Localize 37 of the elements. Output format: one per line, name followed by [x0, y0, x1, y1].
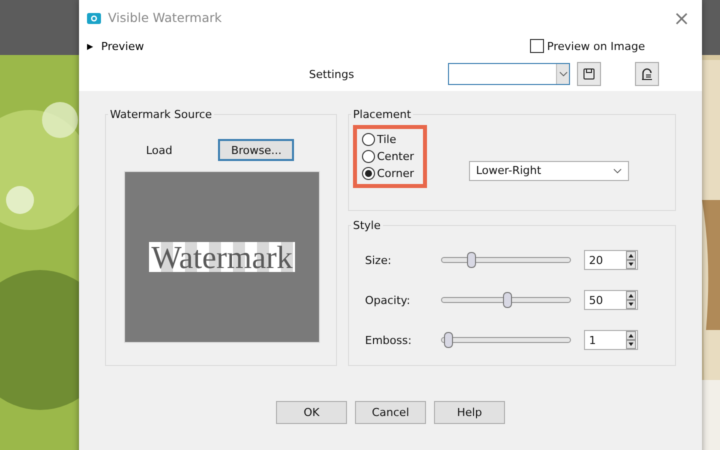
preview-on-image-checkbox[interactable]: Preview on Image [530, 39, 645, 53]
spin-arrows-icon [626, 291, 636, 309]
spin-arrows-icon [626, 251, 636, 269]
slider-label: Size: [364, 254, 392, 266]
chevron-down-icon [558, 71, 568, 77]
slider-label: Opacity: [364, 294, 412, 306]
settings-label: Settings [309, 68, 356, 80]
spin-field[interactable]: 20 [584, 250, 638, 270]
group-title: Watermark Source [109, 108, 213, 121]
close-button[interactable]: × [669, 6, 694, 30]
slider-thumb[interactable] [444, 332, 454, 348]
save-button[interactable] [577, 62, 601, 86]
settings-dropdown[interactable] [448, 63, 570, 85]
placement-radio[interactable]: Center [362, 150, 418, 163]
chevron-down-icon [613, 168, 622, 174]
spin-field[interactable]: 50 [584, 290, 638, 310]
spin-field[interactable]: 1 [584, 330, 638, 350]
reset-icon [640, 67, 654, 81]
load-label: Load [146, 144, 172, 156]
slider-thumb[interactable] [467, 252, 476, 268]
window-title: Visible Watermark [108, 10, 223, 25]
spin-arrows-icon [626, 331, 636, 349]
browse-button[interactable]: Browse... [218, 139, 294, 161]
placement-radio[interactable]: Corner [362, 167, 418, 180]
camera-icon [87, 12, 101, 24]
reset-button[interactable] [635, 62, 659, 86]
dialog-button[interactable]: OK [276, 401, 347, 424]
placement-radio[interactable]: Tile [362, 133, 418, 146]
group-title: Placement [352, 108, 412, 121]
group-title: Style [352, 219, 382, 232]
dialog-button[interactable]: Cancel [355, 401, 426, 424]
preview-expander[interactable]: ▶ Preview [87, 40, 144, 52]
corner-dropdown[interactable]: Lower-Right [469, 160, 629, 180]
slider-thumb[interactable] [503, 292, 512, 308]
slider-label: Emboss: [364, 334, 413, 346]
watermark-sample: Watermark [149, 242, 295, 272]
dialog-button[interactable]: Help [434, 401, 505, 424]
